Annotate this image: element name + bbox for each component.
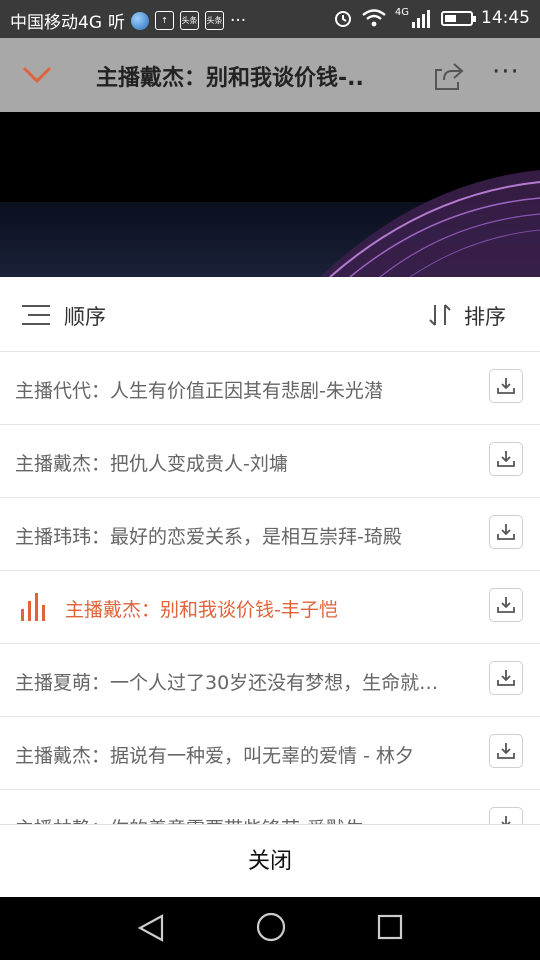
app-bar: 主播戴杰：别和我谈价钱-.. ··· bbox=[0, 38, 540, 112]
network-type-label: 4G bbox=[394, 6, 409, 18]
clock: 14:45 bbox=[481, 8, 530, 28]
chevron-down-icon[interactable] bbox=[22, 60, 52, 90]
recent-square-icon[interactable] bbox=[376, 913, 404, 941]
list-item[interactable]: 主播夏萌：一个人过了30岁还没有梦想，生命就… bbox=[0, 644, 540, 717]
ball-app-icon bbox=[131, 11, 149, 30]
now-playing-icon bbox=[21, 593, 45, 621]
wifi-icon bbox=[362, 9, 386, 27]
battery-level bbox=[445, 14, 456, 22]
playlist-sheet: 顺序 排序 主播代代：人生有价值正因其有悲剧-朱光潜 主播戴杰：把仇人变成贵人-刘… bbox=[0, 277, 540, 898]
order-list-icon[interactable] bbox=[22, 304, 50, 326]
toutiao-icon: 头条 bbox=[180, 11, 199, 30]
list-item-title: 主播代代：人生有价值正因其有悲剧-朱光潜 bbox=[15, 380, 383, 402]
download-button[interactable] bbox=[489, 369, 523, 403]
list-item-title: 主播玮玮：最好的恋爱关系，是相互崇拜-琦殿 bbox=[15, 526, 402, 548]
list-item-title: 主播林静：你的善意需要带些锋芒-爱默生 bbox=[15, 814, 475, 824]
cover-image bbox=[0, 112, 540, 277]
download-button[interactable] bbox=[489, 734, 523, 768]
download-button[interactable] bbox=[489, 442, 523, 476]
alarm-icon bbox=[334, 11, 351, 27]
list-item[interactable]: 主播代代：人生有价值正因其有悲剧-朱光潜 bbox=[0, 352, 540, 425]
sort-button[interactable]: 排序 bbox=[464, 301, 506, 331]
list-item[interactable]: 主播戴杰：据说有一种爱，叫无辜的爱情 - 林夕 bbox=[0, 717, 540, 790]
list-item-title: 主播戴杰：别和我谈价钱-丰子恺 bbox=[65, 599, 338, 621]
download-icon bbox=[501, 816, 511, 824]
page-title: 主播戴杰：别和我谈价钱-.. bbox=[96, 66, 364, 91]
list-item-playing[interactable]: 主播戴杰：别和我谈价钱-丰子恺 bbox=[0, 571, 540, 644]
close-bar: 关闭 bbox=[0, 824, 540, 898]
download-icon bbox=[497, 524, 515, 540]
more-notifications-icon: ··· bbox=[230, 10, 247, 31]
signal-icon bbox=[412, 10, 430, 28]
download-button[interactable] bbox=[489, 807, 523, 824]
battery-icon bbox=[441, 10, 476, 26]
download-icon bbox=[497, 743, 515, 759]
list-item[interactable]: 主播林静：你的善意需要带些锋芒-爱默生 bbox=[0, 790, 540, 824]
download-icon bbox=[497, 597, 515, 613]
listen-app-icon: 听 bbox=[108, 13, 125, 33]
status-bar: 中国移动4G 听 ↑ 头条 头条 ··· 4G 14:45 bbox=[0, 0, 540, 38]
sort-icon[interactable] bbox=[428, 303, 452, 327]
download-icon bbox=[497, 670, 515, 686]
cover-art-graphic bbox=[320, 170, 540, 277]
share-icon[interactable] bbox=[432, 60, 466, 92]
carrier-label: 中国移动4G bbox=[10, 13, 102, 33]
more-icon[interactable]: ··· bbox=[492, 59, 528, 90]
list-item-title: 主播夏萌：一个人过了30岁还没有梦想，生命就… bbox=[15, 672, 439, 694]
order-mode-button[interactable]: 顺序 bbox=[64, 301, 106, 331]
system-nav-bar bbox=[0, 897, 540, 960]
download-button[interactable] bbox=[489, 588, 523, 622]
close-button[interactable]: 关闭 bbox=[0, 825, 540, 898]
list-item-title: 主播戴杰：据说有一种爱，叫无辜的爱情 - 林夕 bbox=[15, 745, 414, 767]
playlist: 主播代代：人生有价值正因其有悲剧-朱光潜 主播戴杰：把仇人变成贵人-刘墉主播玮玮：… bbox=[0, 352, 540, 824]
upload-notification-icon: ↑ bbox=[155, 11, 174, 30]
list-item[interactable]: 主播戴杰：把仇人变成贵人-刘墉 bbox=[0, 425, 540, 498]
download-icon bbox=[497, 451, 515, 467]
back-triangle-icon[interactable] bbox=[136, 913, 166, 943]
toutiao-icon: 头条 bbox=[205, 11, 224, 30]
list-item-title: 主播戴杰：把仇人变成贵人-刘墉 bbox=[15, 453, 288, 475]
download-button[interactable] bbox=[489, 515, 523, 549]
home-circle-icon[interactable] bbox=[255, 911, 287, 943]
download-button[interactable] bbox=[489, 661, 523, 695]
playlist-header: 顺序 排序 bbox=[0, 277, 540, 352]
list-item[interactable]: 主播玮玮：最好的恋爱关系，是相互崇拜-琦殿 bbox=[0, 498, 540, 571]
download-icon bbox=[497, 378, 515, 394]
